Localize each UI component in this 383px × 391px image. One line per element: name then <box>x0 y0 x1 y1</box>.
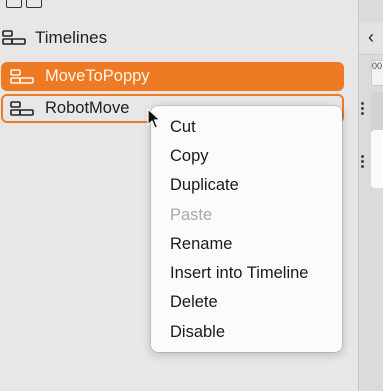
editor-header: ‹ <box>359 22 383 55</box>
toolbar-icon[interactable] <box>6 0 22 8</box>
menu-item-cut[interactable]: Cut <box>170 118 196 137</box>
menu-item-duplicate[interactable]: Duplicate <box>170 176 239 195</box>
timeline-item-movetopoppy[interactable]: MoveToPoppy <box>1 62 344 91</box>
menu-item-delete[interactable]: Delete <box>170 293 218 312</box>
track-row[interactable] <box>371 130 383 188</box>
chevron-left-icon[interactable]: ‹ <box>368 27 374 48</box>
menu-item-disable[interactable]: Disable <box>170 323 225 342</box>
timelines-section-header[interactable]: Timelines <box>0 22 357 54</box>
drag-handle-icon[interactable] <box>361 155 365 170</box>
timeline-icon <box>10 101 34 116</box>
context-menu: Cut Copy Duplicate Paste Rename Insert i… <box>151 106 342 352</box>
timeline-editor-pane: ‹ 00 <box>359 0 383 391</box>
mouse-pointer-icon <box>147 108 161 129</box>
ruler-label: 00 <box>372 61 383 71</box>
toolbar-icon[interactable] <box>26 0 42 8</box>
time-ruler[interactable]: 00 <box>371 60 383 86</box>
toolbar-icons <box>4 0 44 8</box>
menu-item-copy[interactable]: Copy <box>170 147 209 166</box>
menu-item-rename[interactable]: Rename <box>170 235 232 254</box>
timeline-item-label: MoveToPoppy <box>45 67 150 85</box>
menu-item-insert-into-timeline[interactable]: Insert into Timeline <box>170 264 308 283</box>
timeline-item-label: RobotMove <box>45 99 130 117</box>
section-title: Timelines <box>35 28 108 47</box>
timeline-icon <box>10 69 34 84</box>
timeline-icon <box>2 30 26 45</box>
track-row[interactable] <box>371 92 383 132</box>
drag-handle-icon[interactable] <box>361 102 365 117</box>
menu-item-paste: Paste <box>170 206 213 224</box>
